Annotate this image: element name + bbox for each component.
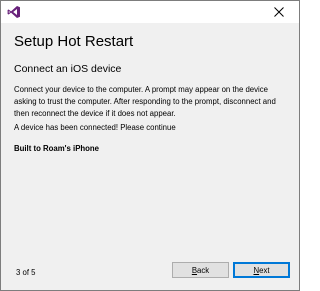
setup-dialog-window: Setup Hot Restart Connect an iOS device … [0,0,300,291]
close-button[interactable] [259,1,299,23]
instructions-text: Connect your device to the computer. A p… [14,85,276,118]
back-button[interactable]: Back [172,262,229,278]
section-heading: Connect an iOS device [14,63,122,75]
next-button[interactable]: Next [233,262,290,278]
visual-studio-icon [7,5,21,19]
connection-status-text: A device has been connected! Please cont… [14,123,176,132]
close-icon [274,7,284,17]
page-title: Setup Hot Restart [14,33,134,50]
built-to-device-text: Built to Roam's iPhone [14,144,100,153]
back-button-label: ack [197,265,210,275]
step-indicator: 3 of 5 [16,268,36,277]
wizard-content: Setup Hot Restart Connect an iOS device … [1,23,299,290]
next-button-label: ext [259,265,270,275]
title-bar[interactable] [1,1,299,23]
